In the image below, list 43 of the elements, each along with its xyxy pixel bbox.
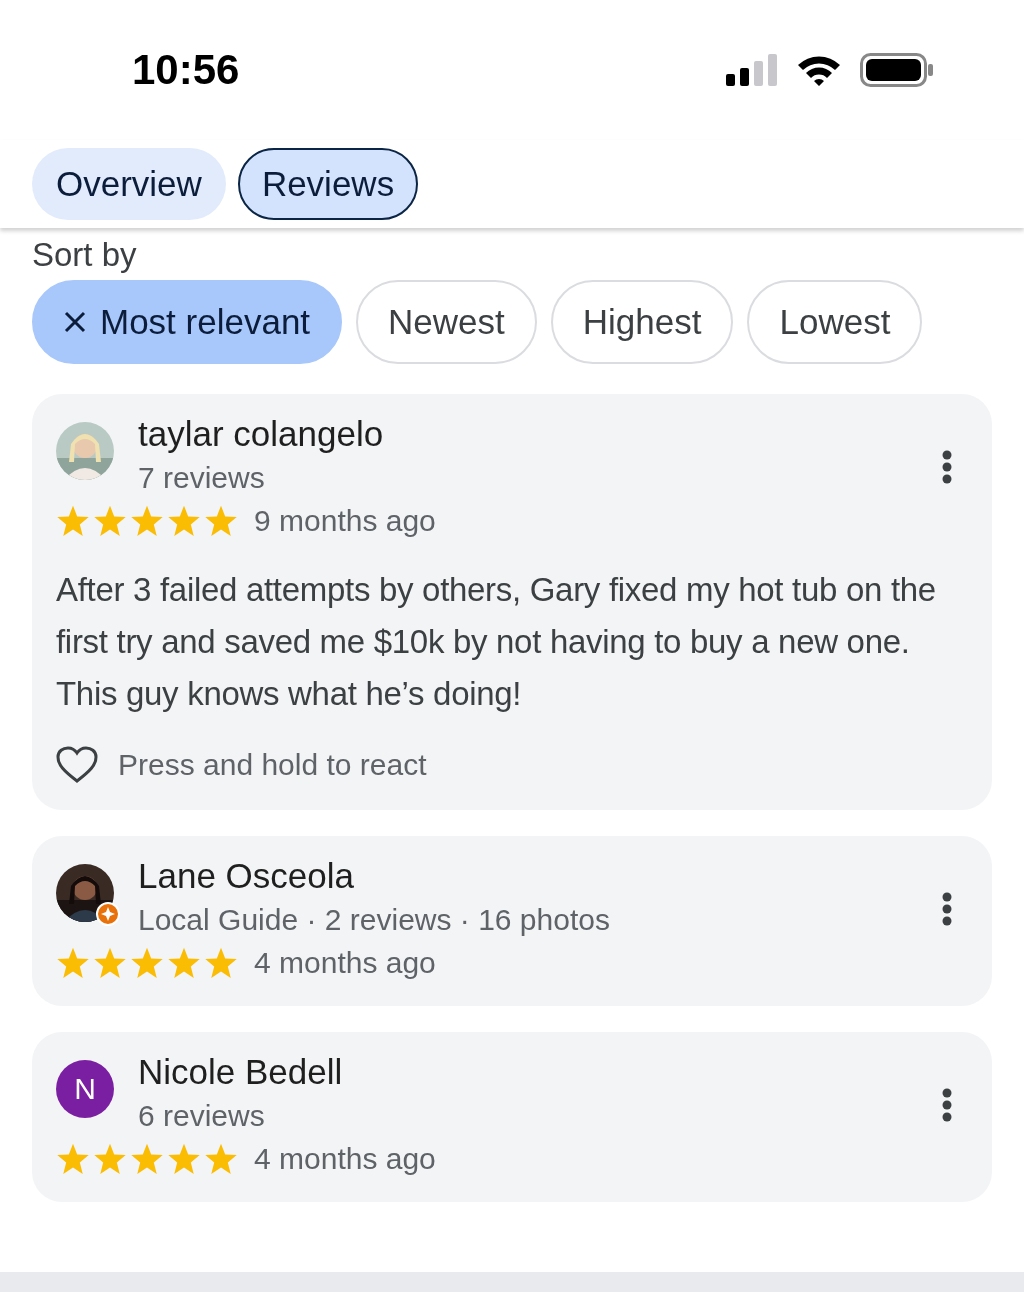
sort-chip[interactable]: Most relevant [32, 280, 343, 364]
star-icon [204, 1143, 238, 1175]
signal-icon [726, 54, 778, 86]
star-icon [167, 505, 201, 537]
sort-chip[interactable]: Newest [356, 280, 537, 364]
sort-chip[interactable]: Lowest [747, 280, 923, 364]
star-icon [130, 505, 164, 537]
more-options-icon[interactable] [942, 892, 952, 926]
review-date: 4 months ago [254, 1142, 436, 1176]
reviewer-meta: 6 reviews [138, 1098, 266, 1134]
star-icon [167, 947, 201, 979]
star-icon [93, 947, 127, 979]
wifi-icon [796, 53, 842, 87]
star-icon [93, 505, 127, 537]
sort-label: Sort by [32, 236, 138, 275]
reviewer-meta: 7 reviews [138, 460, 266, 496]
battery-icon [860, 53, 934, 87]
star-icon [204, 505, 238, 537]
avatar: N [56, 1060, 114, 1118]
review-date: 9 months ago [254, 504, 436, 538]
more-options-icon[interactable] [942, 450, 952, 484]
status-time: 10:56 [132, 46, 241, 94]
star-icon [130, 1143, 164, 1175]
star-icon [56, 505, 90, 537]
sort-chip[interactable]: Highest [550, 280, 734, 364]
review-text: After 3 failed attempts by others, Gary fixed my hot tub on the first try and saved me $10k by not having to buy a new one. This guy knows what he’s doing! [56, 570, 937, 714]
heart-icon[interactable] [56, 746, 98, 784]
reviewer-name[interactable]: Lane Osceola [138, 854, 942, 898]
react-hint: Press and hold to react [118, 748, 427, 782]
reviewer-name[interactable]: taylar colangelo [138, 412, 942, 456]
star-icon [93, 1143, 127, 1175]
close-icon [64, 311, 86, 333]
more-options-icon[interactable] [942, 1088, 952, 1122]
reviewer-meta: Local Guide · 2 reviews · 16 photos [138, 902, 611, 938]
tab[interactable]: Overview [32, 148, 226, 220]
review-date: 4 months ago [254, 946, 436, 980]
reviewer-name[interactable]: Nicole Bedell [138, 1050, 942, 1094]
tab[interactable]: Reviews [237, 148, 419, 220]
star-icon [204, 947, 238, 979]
star-icon [167, 1143, 201, 1175]
star-icon [130, 947, 164, 979]
star-icon [56, 1143, 90, 1175]
star-icon [56, 947, 90, 979]
